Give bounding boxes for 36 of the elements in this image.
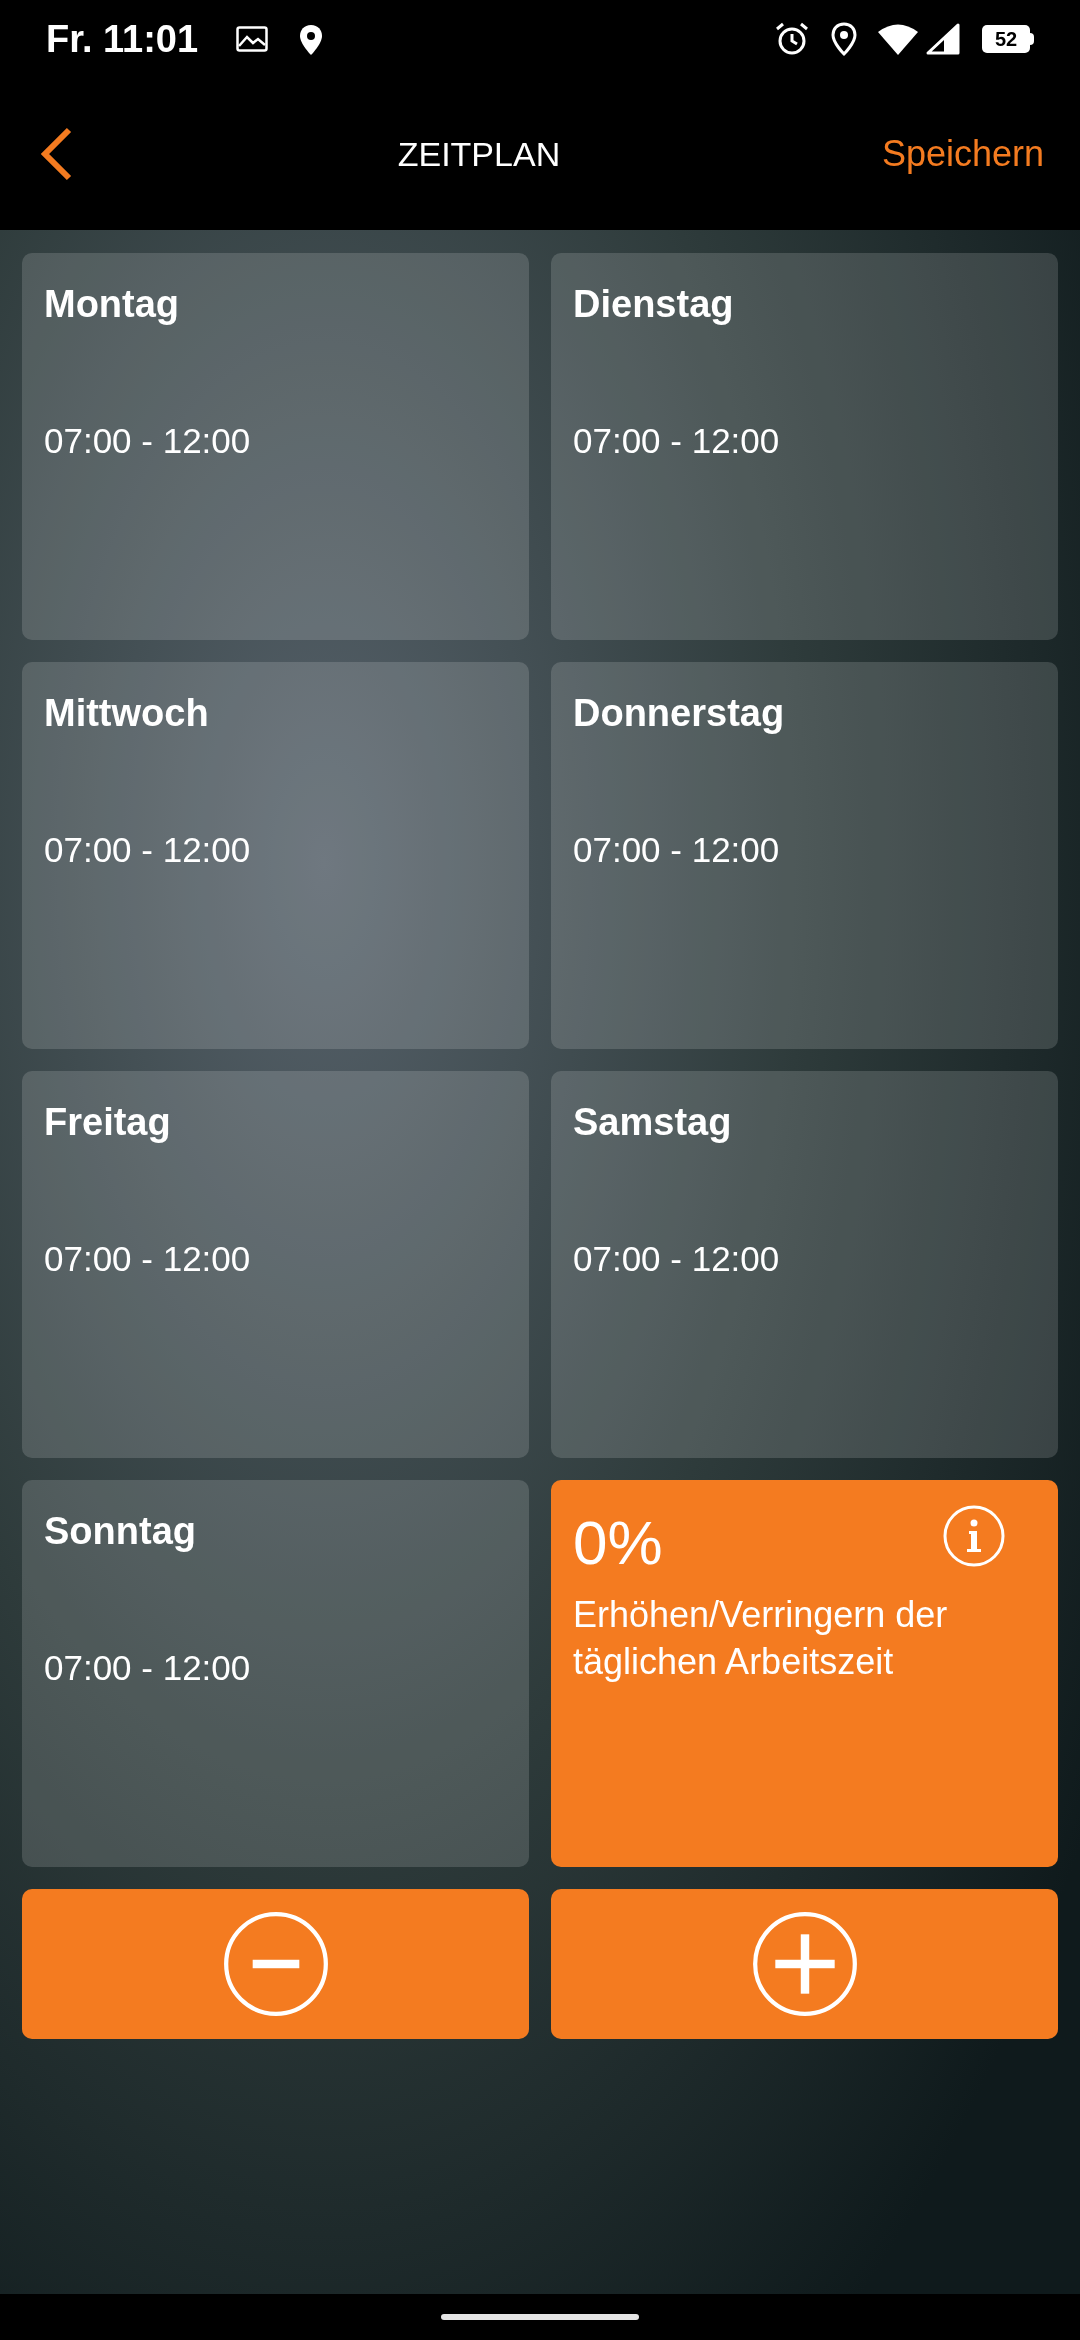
day-name: Montag <box>44 282 180 327</box>
time-range: 07:00 - 12:00 <box>44 1646 251 1689</box>
image-icon <box>236 26 269 52</box>
time-range: 07:00 - 12:00 <box>573 828 780 871</box>
save-button[interactable]: Speichern <box>881 127 1044 181</box>
time-range: 07:00 - 12:00 <box>44 1237 251 1280</box>
day-card[interactable]: Freitag 07:00 - 12:00 <box>22 1071 529 1458</box>
screen-title: ZEITPLAN <box>397 133 561 175</box>
increase-button[interactable] <box>551 1889 1058 2039</box>
day-card[interactable]: Sonntag 07:00 - 12:00 <box>22 1480 529 1867</box>
decrease-button[interactable] <box>22 1889 529 2039</box>
day-card[interactable]: Samstag 07:00 - 12:00 <box>551 1071 1058 1458</box>
time-range: 07:00 - 12:00 <box>44 419 251 462</box>
day-name: Sonntag <box>44 1509 196 1554</box>
wifi-icon <box>878 23 918 55</box>
time-range: 07:00 - 12:00 <box>573 419 780 462</box>
alarm-icon <box>774 21 810 57</box>
time-range: 07:00 - 12:00 <box>44 828 251 871</box>
signal-icon <box>926 23 960 55</box>
time-range: 07:00 - 12:00 <box>573 1237 780 1280</box>
adjustment-description: Erhöhen/Verringern der täglichen Arbeitszeit <box>573 1593 949 1684</box>
day-card[interactable]: Mittwoch 07:00 - 12:00 <box>22 662 529 1049</box>
day-card[interactable]: Montag 07:00 - 12:00 <box>22 253 529 640</box>
day-name: Mittwoch <box>44 691 209 736</box>
status-time: Fr. 11:01 <box>46 16 199 62</box>
day-name: Freitag <box>44 1100 171 1145</box>
day-card[interactable]: Donnerstag 07:00 - 12:00 <box>551 662 1058 1049</box>
minus-circle-icon <box>222 1911 329 2017</box>
percentage-value: 0% <box>573 1512 663 1574</box>
day-name: Samstag <box>573 1100 732 1145</box>
day-name: Dienstag <box>573 282 734 327</box>
location-icon <box>830 21 858 57</box>
day-name: Donnerstag <box>573 691 785 736</box>
day-card[interactable]: Dienstag 07:00 - 12:00 <box>551 253 1058 640</box>
plus-circle-icon <box>751 1911 858 2017</box>
info-icon[interactable] <box>942 1504 1006 1568</box>
